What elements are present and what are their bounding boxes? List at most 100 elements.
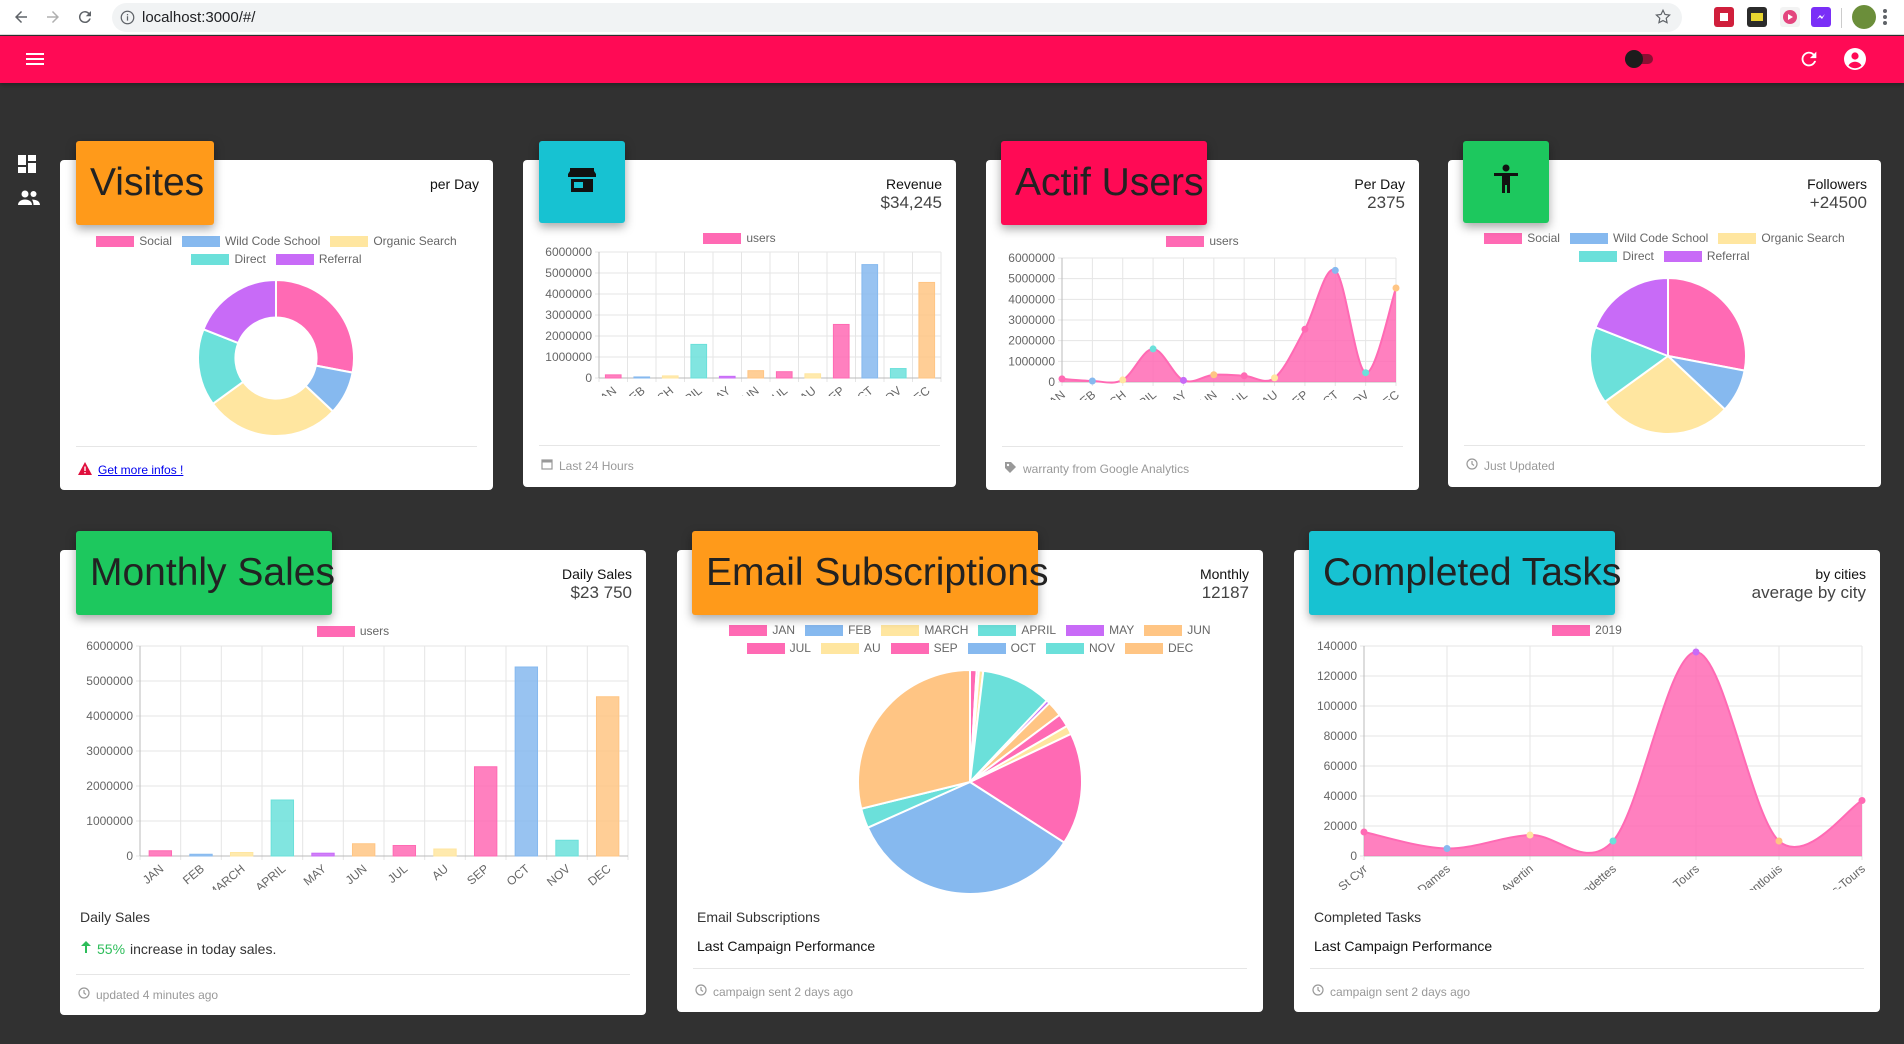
legend-item[interactable]: Organic Search <box>1718 231 1845 245</box>
legend-item[interactable]: 2019 <box>1552 623 1622 637</box>
legend-item[interactable]: Direct <box>191 252 266 266</box>
media-ext-icon[interactable] <box>1780 7 1800 27</box>
forward-icon[interactable] <box>42 6 64 28</box>
x-tick-label: Joué-lès-Tours <box>1799 862 1868 890</box>
x-tick-label: JUN <box>1193 388 1220 400</box>
legend-item[interactable]: NOV <box>1046 641 1115 655</box>
chart-legend: users <box>996 234 1409 248</box>
data-point <box>1301 325 1309 333</box>
legend-item[interactable]: Wild Code School <box>181 234 320 248</box>
actif-users-title-tab: Actif Users <box>1001 141 1207 225</box>
completed-tasks-label: Completed Tasks <box>1314 909 1422 925</box>
x-tick-label: JUL <box>1225 387 1251 400</box>
x-tick-label: FEB <box>621 384 648 396</box>
bar <box>747 370 765 379</box>
chart-legend: users <box>533 231 946 245</box>
footer-text: warranty from Google Analytics <box>1023 462 1190 476</box>
x-tick-label: JUN <box>735 384 762 396</box>
data-point <box>1858 797 1866 804</box>
bookmark-star-icon[interactable] <box>1654 8 1672 31</box>
back-icon[interactable] <box>10 6 32 28</box>
reload-icon[interactable] <box>74 6 96 28</box>
legend-item[interactable]: JAN <box>729 623 795 637</box>
legend-item[interactable]: FEB <box>805 623 871 637</box>
y-tick-label: 5000000 <box>1008 272 1055 286</box>
card-footer: updated 4 minutes ago <box>78 987 218 1002</box>
account-circle-icon[interactable] <box>1843 47 1867 76</box>
data-point <box>1210 371 1218 379</box>
legend-swatch <box>1552 624 1591 636</box>
card-divider <box>76 446 477 447</box>
y-tick-label: 3000000 <box>86 744 133 758</box>
store-icon <box>567 160 597 204</box>
card-header-label: Revenue <box>885 176 942 192</box>
legend-label: SEP <box>933 641 958 655</box>
legend-item[interactable]: Social <box>96 234 172 248</box>
legend-label: OCT <box>1010 641 1036 655</box>
legend-item[interactable]: APRIL <box>978 623 1056 637</box>
menu-icon[interactable] <box>24 49 46 74</box>
card-header: Per Day 2375 <box>1354 176 1405 212</box>
legend-label: MARCH <box>924 623 969 637</box>
refresh-icon[interactable] <box>1798 48 1820 75</box>
clock-icon <box>1312 984 1324 999</box>
profile-avatar[interactable] <box>1852 5 1876 29</box>
legend-item[interactable]: JUL <box>746 641 811 655</box>
x-tick-label: MAY <box>705 384 733 396</box>
legend-item[interactable]: JUN <box>1144 623 1211 637</box>
legend-item[interactable]: AU <box>820 641 881 655</box>
data-point <box>1240 372 1248 380</box>
chart-legend: Social Wild Code School Organic Search D… <box>1458 231 1871 263</box>
legend-item[interactable]: users <box>1166 234 1239 248</box>
get-more-infos-link[interactable]: Get more infos ! <box>98 463 183 477</box>
legend-item[interactable]: MAY <box>1066 623 1134 637</box>
legend-item[interactable]: users <box>703 231 776 245</box>
bar <box>433 848 457 857</box>
app-bar <box>0 36 1904 83</box>
legend-label: APRIL <box>1021 623 1057 637</box>
monthly-sales-bar-chart: 0 1000000 2000000 3000000 4000000 5000000 6000… <box>86 640 629 890</box>
notes-ext-icon[interactable] <box>1747 7 1767 27</box>
footer-text: Last 24 Hours <box>559 458 634 473</box>
info-icon[interactable] <box>120 10 135 30</box>
dashboard-icon[interactable] <box>17 154 37 179</box>
legend-item[interactable]: SEP <box>890 641 958 655</box>
legend-item[interactable]: OCT <box>967 641 1036 655</box>
x-tick-label: JUL <box>385 861 411 886</box>
card-divider <box>1002 446 1403 447</box>
y-tick-label: 3000000 <box>1008 313 1055 327</box>
bar <box>832 323 850 379</box>
area-fill <box>1062 269 1396 383</box>
legend-item[interactable]: DEC <box>1125 641 1193 655</box>
legend-swatch <box>330 235 369 247</box>
legend-item[interactable]: Wild Code School <box>1569 231 1708 245</box>
pdf-ext-icon[interactable] <box>1714 7 1734 27</box>
legend-item[interactable]: Referral <box>275 252 362 266</box>
accessibility-icon <box>1492 160 1520 204</box>
address-bar[interactable]: localhost:3000/#/ <box>112 3 1682 32</box>
card-header: Followers +24500 <box>1807 176 1867 212</box>
clock-icon <box>1466 458 1478 473</box>
people-icon[interactable] <box>17 189 41 212</box>
legend-item[interactable]: Organic Search <box>330 234 457 248</box>
theme-toggle[interactable] <box>1625 49 1661 68</box>
email-subscriptions-card: Monthly 12187 JAN FEB MARCH APRIL MAY JU… <box>677 550 1263 1012</box>
pie-slice <box>202 278 277 345</box>
legend-item[interactable]: Direct <box>1579 249 1654 263</box>
x-tick-label: JUN <box>343 862 370 888</box>
legend-item[interactable]: Social <box>1484 231 1560 245</box>
data-point <box>1058 375 1066 383</box>
legend-item[interactable]: users <box>316 624 389 638</box>
legend-label: DEC <box>1168 641 1194 655</box>
messenger-ext-icon[interactable] <box>1811 7 1831 27</box>
x-tick-label: APRIL <box>253 861 289 890</box>
data-point <box>1119 376 1127 384</box>
x-tick-label: JAN <box>593 384 619 396</box>
y-tick-label: 2000000 <box>1008 334 1055 348</box>
legend-swatch <box>746 642 785 654</box>
browser-menu-icon[interactable] <box>1882 8 1888 31</box>
legend-swatch <box>1166 235 1205 247</box>
legend-swatch <box>96 235 135 247</box>
legend-item[interactable]: Referral <box>1663 249 1750 263</box>
legend-item[interactable]: MARCH <box>881 623 968 637</box>
